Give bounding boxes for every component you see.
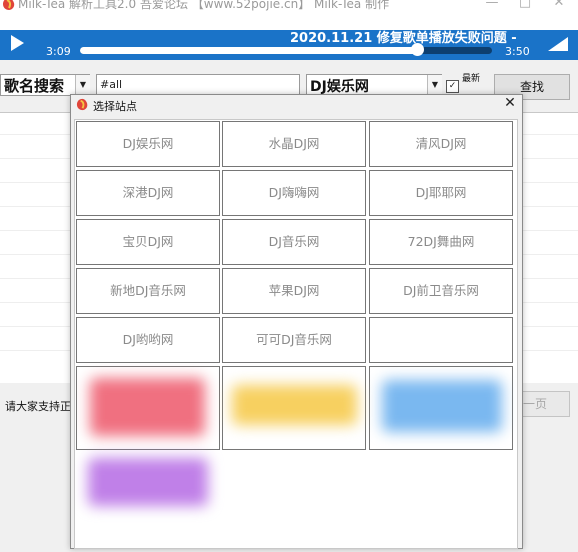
site-button[interactable]: DJ耶耶网 [369,170,513,216]
current-time: 3:09 [46,45,71,58]
ad-image-blue [382,380,502,432]
site-button[interactable] [369,317,513,363]
progress-knob[interactable] [411,43,424,56]
site-button[interactable]: 清风DJ网 [369,121,513,167]
site-button[interactable]: 宝贝DJ网 [76,219,220,265]
site-button[interactable]: 苹果DJ网 [222,268,366,314]
play-icon[interactable] [11,35,24,51]
window-title: Milk-Tea 解析工具2.0 吾爱论坛 【www.52pojie.cn】 M… [18,0,390,11]
site-button[interactable]: DJ前卫音乐网 [369,268,513,314]
site-button[interactable]: DJ嗨嗨网 [222,170,366,216]
mode-dropdown-icon[interactable]: ▼ [75,75,90,95]
app-logo-icon [3,0,15,10]
ad-image-yellow [232,385,357,425]
search-input[interactable] [96,74,300,95]
site-button[interactable]: 可可DJ音乐网 [222,317,366,363]
site-button[interactable]: 72DJ舞曲网 [369,219,513,265]
minimize-button[interactable]: — [480,0,504,11]
total-time: 3:50 [505,45,530,58]
ad-image-purple [88,458,208,506]
site-button[interactable]: DJ娱乐网 [76,121,220,167]
status-text: 请大家支持正 [5,400,71,413]
latest-checkbox-label: 最新 [462,74,481,84]
site-button[interactable]: 水晶DJ网 [222,121,366,167]
marquee-text: 2020.11.21 修复歌单播放失败问题 - [290,31,517,46]
dialog-title: 选择站点 [93,100,137,113]
site-button[interactable]: 新地DJ音乐网 [76,268,220,314]
maximize-button[interactable]: □ [513,0,537,11]
dialog-close-icon[interactable]: ✕ [502,95,518,111]
site-button[interactable]: 深港DJ网 [76,170,220,216]
search-mode-label: 歌名搜索 [4,77,65,95]
latest-checkbox[interactable]: ✓ [446,80,459,93]
site-button[interactable]: DJ音乐网 [222,219,366,265]
site-dropdown-icon[interactable]: ▼ [427,75,442,95]
site-select-label: DJ娱乐网 [310,79,369,95]
dialog-logo-icon [76,98,88,111]
ad-image-red [90,378,205,436]
close-window-button[interactable]: ✕ [547,0,571,11]
progress-fill [80,47,418,54]
site-button[interactable]: DJ哟哟网 [76,317,220,363]
volume-icon[interactable] [548,37,568,51]
